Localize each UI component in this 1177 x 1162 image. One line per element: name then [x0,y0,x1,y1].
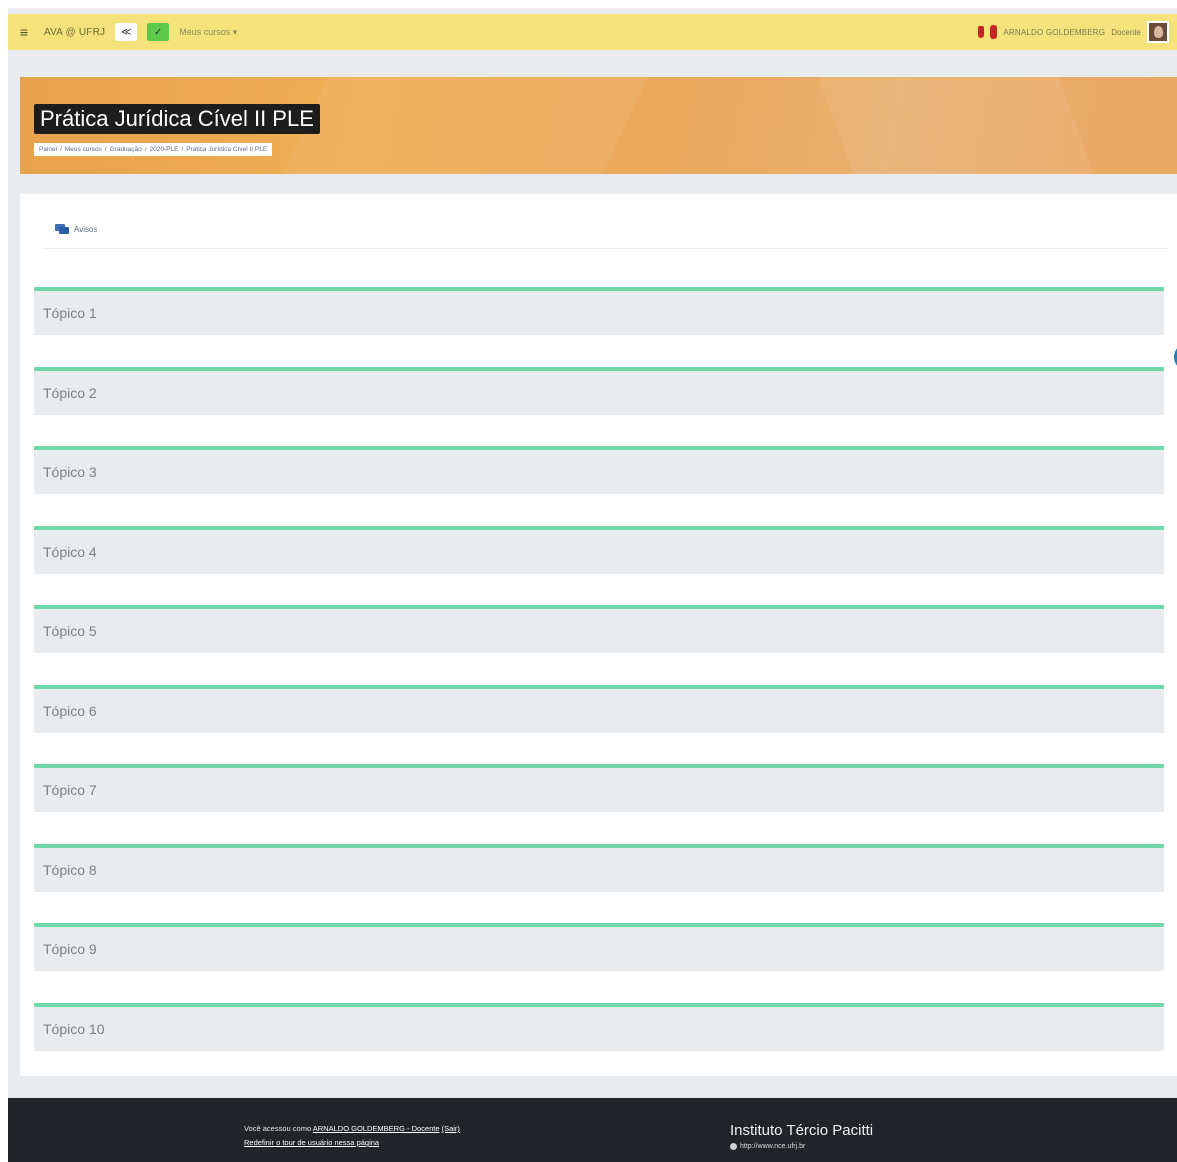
topic-section[interactable]: Tópico 1 [34,287,1164,335]
breadcrumb-item-graduacao[interactable]: Graduação [110,146,142,153]
breadcrumb-item-meus-cursos[interactable]: Meus cursos [65,146,102,153]
user-avatar[interactable] [1147,21,1169,43]
topic-title[interactable]: Tópico 5 [43,623,97,639]
logged-user-link[interactable]: ARNALDO GOLDEMBERG - Docente [313,1124,440,1133]
institute-url[interactable]: http://www.nce.ufrj.br [740,1143,805,1150]
topic-section[interactable]: Tópico 8 [34,843,1164,892]
page-frame: ≡ AVA @ UFRJ ≪ ✓ Meus cursos ▾ ARNALDO G… [8,8,1177,1162]
top-navbar: ≡ AVA @ UFRJ ≪ ✓ Meus cursos ▾ ARNALDO G… [8,14,1177,50]
topic-section[interactable]: Tópico 10 [34,1002,1164,1051]
footer-login-info: Você acessou como ARNALDO GOLDEMBERG - D… [244,1122,460,1150]
topic-title[interactable]: Tópico 2 [43,385,97,401]
course-header-banner: Prática Jurídica Cível II PLE Painel / M… [20,77,1177,174]
topic-section[interactable]: Tópico 7 [34,764,1164,812]
topic-title[interactable]: Tópico 9 [43,941,97,957]
messages-chat-icon[interactable] [990,25,998,39]
topic-title[interactable]: Tópico 1 [43,305,97,321]
breadcrumb-item-course[interactable]: Prática Jurídica Cível II PLE [186,146,267,153]
reset-tour-link[interactable]: Redefinir o tour de usuário nessa página [244,1138,379,1147]
topic-section[interactable]: Tópico 2 [34,366,1164,415]
site-name-link[interactable]: AVA @ UFRJ [44,27,105,38]
breadcrumb-item-painel[interactable]: Painel [39,146,57,153]
page-footer: Você acessou como ARNALDO GOLDEMBERG - D… [8,1098,1177,1162]
topic-title[interactable]: Tópico 3 [43,464,97,480]
section-divider [42,248,1168,249]
topic-title[interactable]: Tópico 6 [43,703,97,719]
user-name[interactable]: ARNALDO GOLDEMBERG [1003,28,1105,37]
course-title: Prática Jurídica Cível II PLE [34,104,320,134]
breadcrumb-separator: / [104,146,107,153]
topic-section[interactable]: Tópico 4 [34,525,1164,574]
breadcrumb: Painel / Meus cursos / Graduação / 2020-… [34,143,273,156]
topic-section[interactable]: Tópico 9 [34,923,1164,971]
topic-title[interactable]: Tópico 10 [43,1021,104,1037]
topic-title[interactable]: Tópico 4 [43,544,97,560]
institute-website[interactable]: http://www.nce.ufrj.br [730,1143,873,1150]
breadcrumb-separator: / [181,146,184,153]
my-courses-dropdown[interactable]: Meus cursos ▾ [179,27,237,38]
breadcrumb-item-2020-ple[interactable]: 2020-PLE [150,146,179,153]
forum-icon [55,224,69,235]
breadcrumb-separator: / [144,146,147,153]
topic-section[interactable]: Tópico 5 [34,605,1164,653]
avisos-forum-link[interactable]: Avisos [55,224,97,235]
topic-section[interactable]: Tópico 6 [34,684,1164,733]
globe-icon [730,1143,737,1150]
logout-link[interactable]: (Sair) [442,1124,460,1133]
institute-name: Instituto Tércio Pacitti [730,1122,874,1139]
check-button[interactable]: ✓ [147,23,170,41]
logged-in-prefix: Você acessou como [244,1124,312,1133]
notification-bell-icon[interactable] [978,26,985,38]
breadcrumb-separator: / [60,146,62,153]
avisos-label[interactable]: Avisos [74,225,97,234]
hamburger-menu-icon[interactable]: ≡ [14,22,34,42]
topics-list: Tópico 1 Tópico 2 Tópico 3 Tópico 4 Tópi… [34,287,1164,1082]
topic-title[interactable]: Tópico 8 [43,862,97,878]
topic-title[interactable]: Tópico 7 [43,782,97,798]
course-content-card: Avisos Tópico 1 Tópico 2 Tópico 3 Tópico… [20,194,1177,1076]
collapse-toggle-button[interactable]: ≪ [115,23,138,41]
user-role[interactable]: Docente [1111,28,1141,37]
footer-institute: Instituto Tércio Pacitti http://www.nce.… [730,1122,873,1150]
topic-section[interactable]: Tópico 3 [34,446,1164,494]
